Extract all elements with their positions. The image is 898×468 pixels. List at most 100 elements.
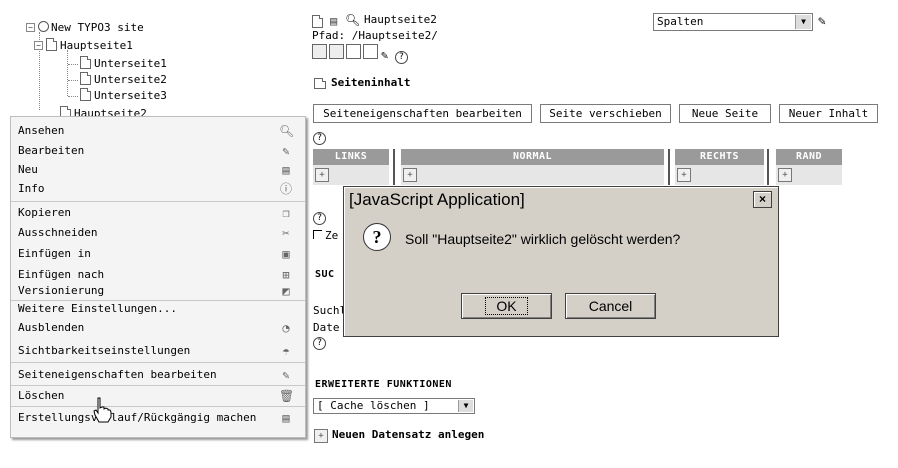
page-icon xyxy=(80,88,91,101)
column-divider xyxy=(767,149,769,185)
menu-item-ausschneiden[interactable]: Ausschneiden ✂ xyxy=(11,223,305,243)
help-icon[interactable]: ? xyxy=(313,212,326,225)
close-button[interactable]: × xyxy=(753,191,772,208)
menu-item-kopieren[interactable]: Kopieren ❐ xyxy=(11,203,305,223)
paste-after-icon: ⊞ xyxy=(282,268,290,282)
new-page-icon: ▤ xyxy=(282,163,290,177)
move-page-icon[interactable] xyxy=(346,44,361,59)
help-icon[interactable]: ? xyxy=(313,132,326,145)
collapse-icon[interactable]: − xyxy=(34,41,43,50)
tree-item-hauptseite2[interactable]: Hauptseite2 xyxy=(60,106,147,116)
new-content-icon[interactable] xyxy=(363,44,378,59)
history-icon: ▤ xyxy=(282,411,290,425)
trash-icon: 🗑︎ xyxy=(279,389,295,403)
pencil-icon[interactable]: ✎ xyxy=(381,48,388,62)
new-content-icon[interactable]: + xyxy=(403,168,417,182)
edit-page-properties-button[interactable]: Seiteneigenschaften bearbeiten xyxy=(313,104,532,123)
cache-select[interactable]: [ Cache löschen ] ▼ xyxy=(313,398,475,414)
menu-divider xyxy=(11,201,305,202)
chevron-down-icon[interactable]: ▼ xyxy=(795,15,811,29)
list-icon[interactable]: ▤ xyxy=(330,14,337,28)
menu-item-einfuegen-in[interactable]: Einfügen in ▣ xyxy=(11,244,305,264)
checkbox-label: Ze xyxy=(325,229,339,242)
new-page-icon[interactable] xyxy=(329,44,344,59)
menu-item-erstellungsverlauf[interactable]: Erstellungsverlauf/Rückgängig machen ▤ xyxy=(11,408,305,428)
page-icon xyxy=(60,106,71,116)
menu-item-einfuegen-nach[interactable]: Einfügen nach ⊞ xyxy=(11,265,305,285)
menu-item-weitere-einstellungen[interactable]: Weitere Einstellungen... xyxy=(11,300,305,317)
collapse-icon[interactable]: − xyxy=(26,23,35,32)
column-divider xyxy=(668,149,670,185)
tree-item-unterseite1[interactable]: Unterseite1 xyxy=(80,56,167,72)
new-page-button[interactable]: Neue Seite xyxy=(679,104,771,123)
tree-root[interactable]: − New TYPO3 site xyxy=(26,20,144,36)
new-record-link[interactable]: Neuen Datensatz anlegen xyxy=(332,428,484,441)
advanced-section-title: ERWEITERTE FUNKTIONEN xyxy=(315,379,452,390)
checkbox[interactable] xyxy=(313,230,322,239)
column-header-links: LINKS xyxy=(313,149,389,165)
search-section-title: SUC xyxy=(315,269,335,280)
tree-item-unterseite2[interactable]: Unterseite2 xyxy=(80,72,167,88)
new-content-icon[interactable]: + xyxy=(778,168,792,182)
copy-icon: ❐ xyxy=(282,206,290,220)
menu-divider xyxy=(11,406,305,407)
pencil-icon[interactable]: ✎ xyxy=(818,14,826,29)
move-page-button[interactable]: Seite verschieben xyxy=(540,104,671,123)
hide-icon: ◔ xyxy=(282,321,290,335)
menu-item-versionierung[interactable]: Versionierung ◩ xyxy=(11,283,305,299)
confirm-dialog: [JavaScript Application] × ? Soll "Haupt… xyxy=(343,186,779,337)
page-icon xyxy=(46,38,57,51)
breadcrumb: Pfad: /Hauptseite2/ xyxy=(312,29,438,42)
page-icon xyxy=(80,72,91,85)
new-content-icon[interactable]: + xyxy=(677,168,691,182)
magnifier-icon[interactable]: 🔍︎ xyxy=(345,13,360,27)
column-header-rand: RAND xyxy=(776,149,842,165)
section-title: Seiteninhalt xyxy=(331,76,411,89)
scissors-icon: ✂ xyxy=(282,226,290,240)
new-record-icon[interactable]: + xyxy=(314,429,328,443)
menu-item-ansehen[interactable]: Ansehen 🔍︎ xyxy=(11,121,305,141)
visibility-icon: ☂ xyxy=(282,344,290,358)
column-header-normal: NORMAL xyxy=(401,149,664,165)
pencil-icon: ✎ xyxy=(282,368,290,382)
menu-item-info[interactable]: Info ⓘ xyxy=(11,179,305,199)
magnifier-icon: 🔍︎ xyxy=(279,124,295,138)
cancel-button[interactable]: Cancel xyxy=(565,293,656,319)
menu-item-ausblenden[interactable]: Ausblenden ◔ xyxy=(11,318,305,338)
paste-into-icon: ▣ xyxy=(282,247,290,261)
help-icon[interactable]: ? xyxy=(313,337,326,350)
pencil-icon: ✎ xyxy=(282,144,290,158)
content-section-icon xyxy=(314,77,329,90)
view-select[interactable]: Spalten ▼ xyxy=(653,13,813,31)
info-icon: ⓘ xyxy=(279,182,292,196)
tree-item-hauptseite1[interactable]: − Hauptseite1 xyxy=(34,38,133,54)
page-toolbar: ✎ ? xyxy=(312,44,408,64)
new-content-icon[interactable]: + xyxy=(315,168,329,182)
ok-button[interactable]: OK xyxy=(461,293,552,319)
column-normal xyxy=(401,165,664,185)
menu-item-seiteneigenschaften[interactable]: Seiteneigenschaften bearbeiten ✎ xyxy=(11,365,305,385)
help-icon[interactable]: ? xyxy=(394,51,408,64)
menu-item-bearbeiten[interactable]: Bearbeiten ✎ xyxy=(11,141,305,161)
search-label: Suchl xyxy=(313,304,347,317)
column-header-rechts: RECHTS xyxy=(675,149,764,165)
new-record-icon[interactable] xyxy=(312,44,327,59)
hand-cursor-icon xyxy=(93,397,112,423)
context-menu: Ansehen 🔍︎ Bearbeiten ✎ Neu ▤ Info ⓘ Kopiere… xyxy=(10,116,306,438)
dialog-title: [JavaScript Application] xyxy=(349,190,525,209)
tree-item-unterseite3[interactable]: Unterseite3 xyxy=(80,88,167,104)
menu-divider xyxy=(11,362,305,363)
new-content-button[interactable]: Neuer Inhalt xyxy=(779,104,878,123)
globe-icon xyxy=(38,21,49,32)
menu-item-sichtbarkeitseinstellungen[interactable]: Sichtbarkeitseinstellungen ☂ xyxy=(11,341,305,361)
menu-item-loeschen[interactable]: Löschen 🗑︎ xyxy=(11,386,305,406)
menu-item-neu[interactable]: Neu ▤ xyxy=(11,160,305,180)
dialog-message: Soll "Hauptseite2" wirklich gelöscht wer… xyxy=(405,231,681,247)
page-title: Hauptseite2 xyxy=(364,13,437,26)
page-icon xyxy=(312,15,326,29)
page-icon xyxy=(80,56,91,69)
version-icon: ◩ xyxy=(282,284,290,298)
date-label: Date xyxy=(313,321,340,334)
chevron-down-icon[interactable]: ▼ xyxy=(458,400,473,412)
question-icon: ? xyxy=(363,223,391,251)
